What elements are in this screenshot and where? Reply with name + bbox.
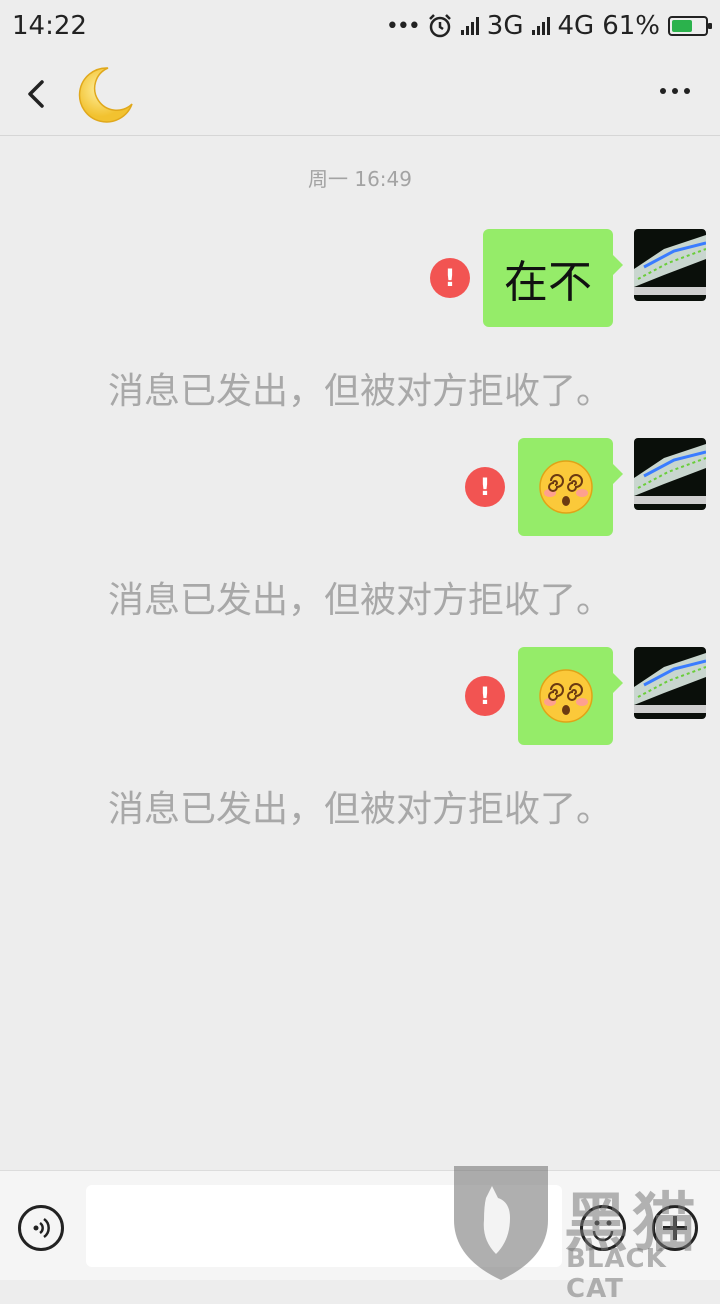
- signal-icon: [531, 17, 550, 35]
- input-bar: [0, 1170, 720, 1280]
- alarm-icon: [428, 14, 451, 38]
- dizzy-face-emoji: [538, 460, 593, 514]
- dizzy-face-emoji: [538, 669, 593, 723]
- message-row: !: [0, 647, 720, 747]
- message-bubble[interactable]: [518, 647, 623, 745]
- network-3g: 3G: [486, 11, 524, 41]
- user-avatar[interactable]: [634, 438, 706, 510]
- status-icons: ••• 3G 4G 61%: [385, 11, 712, 41]
- status-time: 14:22: [12, 11, 87, 41]
- message-text: 在不: [504, 257, 592, 308]
- signal-icon: [460, 17, 479, 35]
- rejected-notice: 消息已发出，但被对方拒收了。: [107, 789, 612, 830]
- chat-header: [0, 52, 720, 136]
- send-failed-icon[interactable]: !: [465, 467, 505, 507]
- rejected-notice: 消息已发出，但被对方拒收了。: [107, 580, 612, 621]
- message-bubble[interactable]: 在不: [483, 229, 623, 327]
- user-avatar[interactable]: [634, 647, 706, 719]
- message-input[interactable]: [86, 1185, 562, 1267]
- notification-dots: •••: [385, 13, 421, 39]
- network-4g: 4G: [557, 11, 595, 41]
- message-row: !: [0, 438, 720, 538]
- send-failed-icon[interactable]: !: [430, 258, 470, 298]
- back-chevron-icon[interactable]: [18, 74, 58, 114]
- chat-timestamp: 周一 16:49: [308, 167, 412, 191]
- battery-charging-icon: [668, 16, 712, 36]
- battery-percent: 61%: [602, 11, 660, 41]
- crescent-moon-emoji[interactable]: [74, 64, 134, 124]
- plus-icon[interactable]: [652, 1205, 698, 1251]
- status-bar: 14:22 ••• 3G 4G 61%: [0, 0, 720, 52]
- smiley-icon[interactable]: [580, 1205, 626, 1251]
- user-avatar[interactable]: [634, 229, 706, 301]
- more-options-button[interactable]: [660, 88, 690, 94]
- send-failed-icon[interactable]: !: [465, 676, 505, 716]
- message-row: ! 在不: [0, 229, 720, 329]
- rejected-notice: 消息已发出，但被对方拒收了。: [107, 371, 612, 412]
- voice-icon[interactable]: [18, 1205, 64, 1251]
- message-bubble[interactable]: [518, 438, 623, 536]
